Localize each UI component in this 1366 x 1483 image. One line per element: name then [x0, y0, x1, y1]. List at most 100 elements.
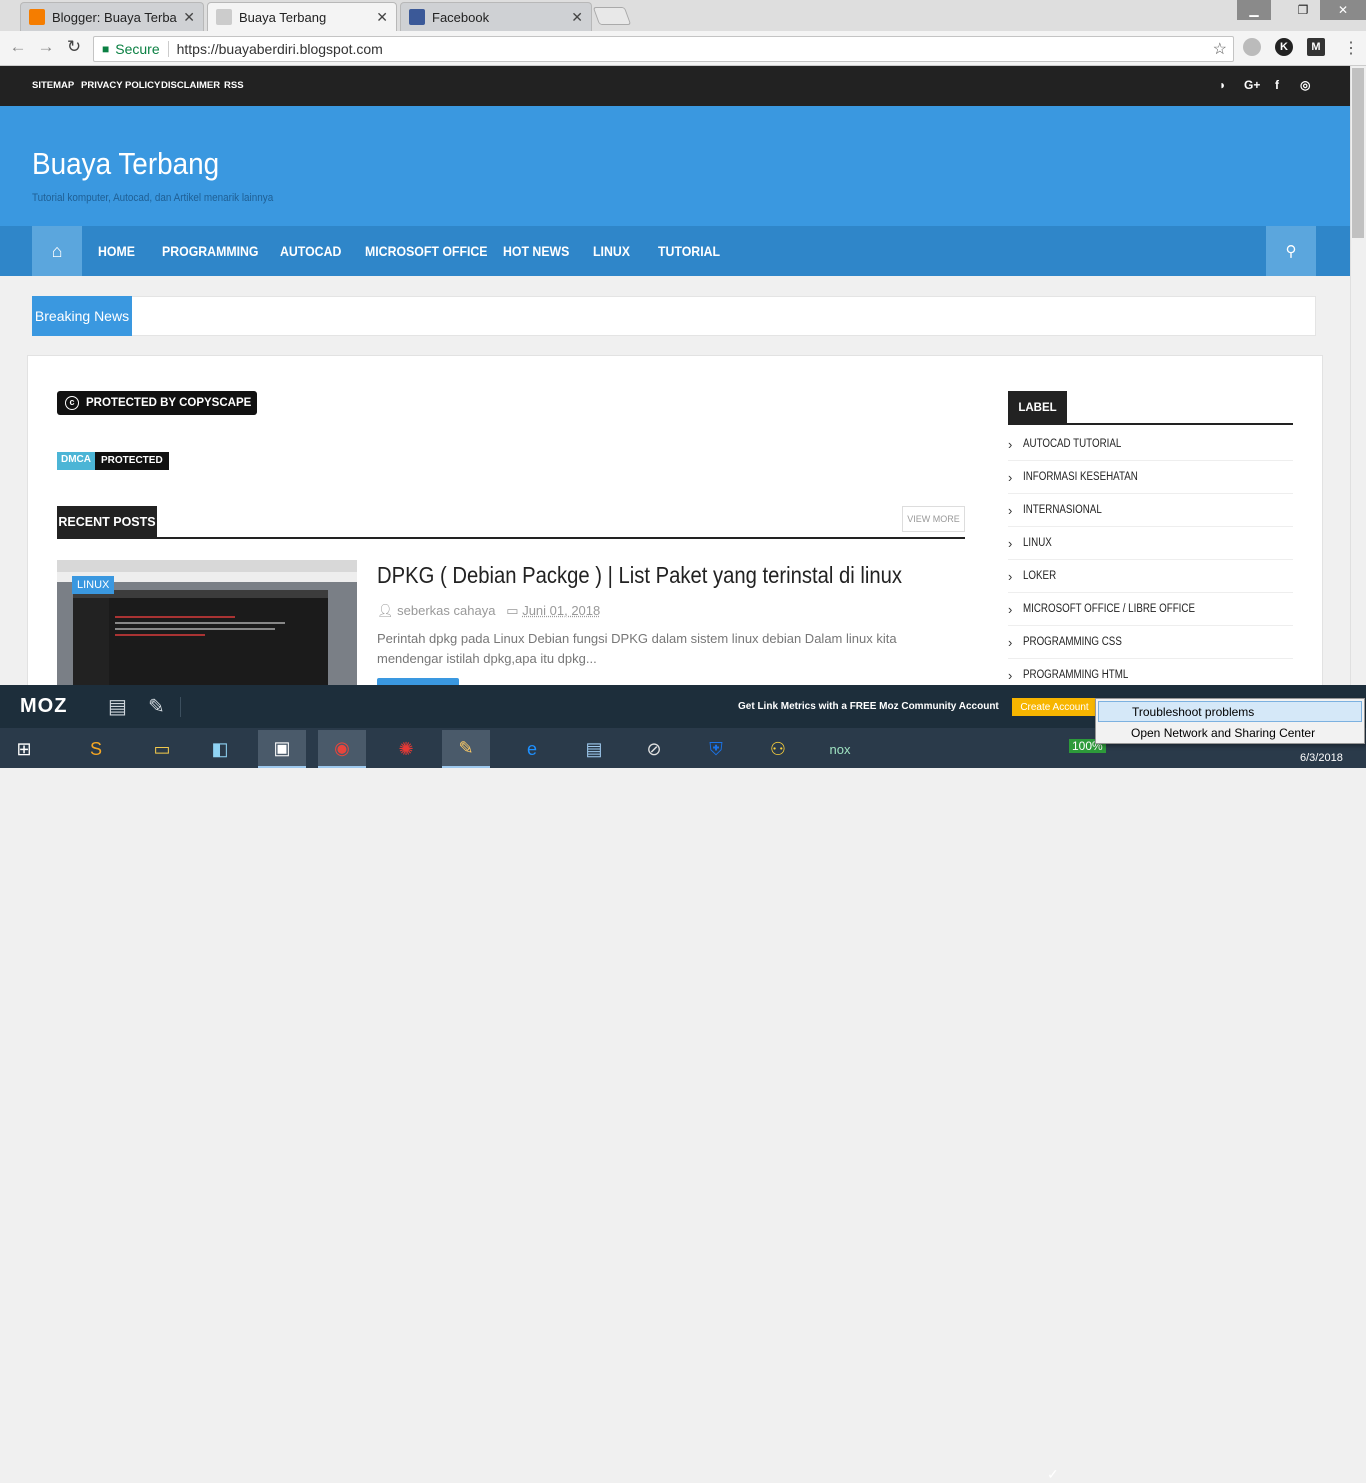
divider [180, 697, 181, 717]
search-icon[interactable]: ⚲ [1266, 226, 1316, 276]
category-badge[interactable]: LINUX [72, 576, 115, 594]
secure-label: Secure [115, 41, 160, 57]
rss-icon[interactable]: ◗ [1219, 78, 1226, 92]
instagram-icon[interactable]: ◎ [1300, 78, 1310, 92]
label-item[interactable]: › AUTOCAD TUTORIAL [1008, 428, 1293, 461]
moz-promo-text: Get Link Metrics with a FREE Moz Communi… [738, 701, 999, 712]
minimize-button[interactable]: ▁ [1237, 0, 1271, 20]
chevron-right-icon: › [1008, 535, 1013, 551]
page-analysis-icon[interactable]: ▤ [108, 694, 127, 719]
restore-button[interactable]: ❐ [1286, 0, 1320, 20]
label-text: LOKER [1023, 570, 1057, 582]
topnav-privacy-policy[interactable]: PRIVACY POLICY [81, 80, 160, 91]
menu-tutorial[interactable]: TUTORIAL [658, 243, 720, 259]
dmca-left: DMCA [57, 452, 95, 470]
facebook-favicon-icon [409, 9, 425, 25]
moz-logo[interactable]: MOZ [20, 695, 67, 718]
menu-programming[interactable]: PROGRAMMING [162, 243, 259, 259]
view-more-button[interactable]: VIEW MORE [902, 506, 965, 532]
internet-explorer-icon[interactable]: e [508, 730, 556, 768]
site-title[interactable]: Buaya Terbang [32, 146, 219, 182]
start-button-icon[interactable]: ⊞ [0, 730, 48, 768]
label-text: AUTOCAD TUTORIAL [1023, 438, 1122, 450]
recent-posts-heading: RECENT POSTS [57, 506, 157, 538]
close-window-button[interactable]: ✕ [1320, 0, 1366, 20]
new-tab-button[interactable] [592, 7, 632, 25]
scrollbar-thumb[interactable] [1352, 68, 1364, 238]
topnav-disclaimer[interactable]: DISCLAIMER [161, 80, 220, 91]
label-item[interactable]: › PROGRAMMING CSS [1008, 626, 1293, 659]
url-text[interactable]: https://buayaberdiri.blogspot.com [177, 41, 383, 57]
menu-item-network-center[interactable]: Open Network and Sharing Center [1098, 722, 1362, 743]
chevron-right-icon: › [1008, 634, 1013, 650]
label-text: PROGRAMMING CSS [1023, 636, 1122, 648]
menu-hot-news[interactable]: HOT NEWS [503, 243, 569, 259]
forward-icon[interactable]: → [34, 37, 58, 57]
tab-facebook[interactable]: Facebook ✕ [400, 2, 592, 31]
home-icon[interactable]: ⌂ [32, 226, 82, 276]
post-author[interactable]: seberkas cahaya [397, 603, 495, 618]
menu-home[interactable]: HOME [98, 243, 135, 259]
tab-title: Blogger: Buaya Terbang - [52, 9, 177, 25]
clock-date[interactable]: 6/3/2018 [1300, 752, 1343, 764]
topnav-sitemap[interactable]: SITEMAP [32, 80, 74, 91]
dmca-badge[interactable]: DMCA PROTECTED [57, 452, 169, 470]
windows-defender-icon[interactable]: ⛨ [692, 730, 740, 768]
chrome-icon[interactable]: ◉ [318, 730, 366, 768]
m-extension-icon[interactable]: M [1307, 38, 1325, 56]
remote-desktop-icon[interactable]: ▤ [570, 730, 618, 768]
copyscape-badge[interactable]: c PROTECTED BY COPYSCAPE [57, 391, 257, 415]
google-plus-icon[interactable]: G+ [1244, 78, 1260, 92]
topnav-rss[interactable]: RSS [224, 80, 244, 91]
label-item[interactable]: › LINUX [1008, 527, 1293, 560]
python-icon[interactable]: ⚇ [754, 730, 802, 768]
tab-title: Buaya Terbang [239, 9, 327, 25]
paint-icon[interactable]: ✎ [442, 730, 490, 768]
post-excerpt: Perintah dpkg pada Linux Debian fungsi D… [377, 631, 897, 666]
label-item[interactable]: › PROGRAMMING HTML [1008, 659, 1293, 685]
command-prompt-icon[interactable]: ▣ [258, 730, 306, 768]
address-bar[interactable]: ■ Secure https://buayaberdiri.blogspot.c… [93, 36, 1234, 62]
reload-icon[interactable]: ↻ [62, 37, 86, 57]
compass-icon[interactable]: ⊘ [630, 730, 678, 768]
label-item[interactable]: › INFORMASI KESEHATAN [1008, 461, 1293, 494]
tab-buaya-terbang[interactable]: Buaya Terbang ✕ [207, 2, 397, 31]
menu-item-troubleshoot[interactable]: Troubleshoot problems [1098, 701, 1362, 722]
file-explorer-icon[interactable]: ▭ [138, 730, 186, 768]
menu-autocad[interactable]: AUTOCAD [280, 243, 341, 259]
close-tab-icon[interactable]: ✕ [183, 9, 195, 26]
nox-player-icon[interactable]: nox [816, 730, 864, 768]
label-text: PROGRAMMING HTML [1023, 669, 1129, 681]
copyright-icon: c [65, 396, 79, 410]
shield-icon[interactable]: ✓ [1047, 1466, 1059, 1483]
close-tab-icon[interactable]: ✕ [571, 9, 583, 26]
label-item[interactable]: › MICROSOFT OFFICE / LIBRE OFFICE [1008, 593, 1293, 626]
label-item[interactable]: › INTERNASIONAL [1008, 494, 1293, 527]
garena-icon[interactable]: ✺ [382, 730, 430, 768]
menu-microsoft-office[interactable]: MICROSOFT OFFICE [365, 243, 488, 259]
k-extension-icon[interactable]: K [1275, 38, 1293, 56]
bookmark-star-icon[interactable]: ☆ [1213, 39, 1227, 59]
globe-icon[interactable] [1243, 38, 1261, 56]
menu-icon[interactable]: ⋮ [1343, 38, 1359, 58]
close-tab-icon[interactable]: ✕ [376, 9, 388, 26]
pencil-icon[interactable]: ✎ [148, 694, 165, 719]
label-item[interactable]: › LOKER [1008, 560, 1293, 593]
tab-blogger[interactable]: Blogger: Buaya Terbang - ✕ [20, 2, 204, 31]
copyscape-text: PROTECTED BY COPYSCAPE [86, 397, 252, 409]
read-more-button[interactable] [377, 678, 459, 685]
facebook-icon[interactable]: f [1275, 78, 1279, 92]
back-icon[interactable]: ← [6, 37, 30, 57]
sublime-text-icon[interactable]: S [72, 730, 120, 768]
site-tagline: Tutorial komputer, Autocad, dan Artikel … [32, 192, 274, 204]
chevron-right-icon: › [1008, 436, 1013, 452]
create-account-button[interactable]: Create Account [1012, 698, 1097, 716]
chevron-right-icon: › [1008, 502, 1013, 518]
post-title[interactable]: DPKG ( Debian Packge ) | List Paket yang… [377, 562, 902, 589]
menu-linux[interactable]: LINUX [593, 243, 630, 259]
notepad-icon[interactable]: ◧ [196, 730, 244, 768]
page-viewport: SITEMAP PRIVACY POLICY DISCLAIMER RSS ◗ … [0, 66, 1350, 685]
chevron-right-icon: › [1008, 568, 1013, 584]
author-icon: 👤︎ [377, 603, 394, 618]
blogger-favicon-icon [29, 9, 45, 25]
